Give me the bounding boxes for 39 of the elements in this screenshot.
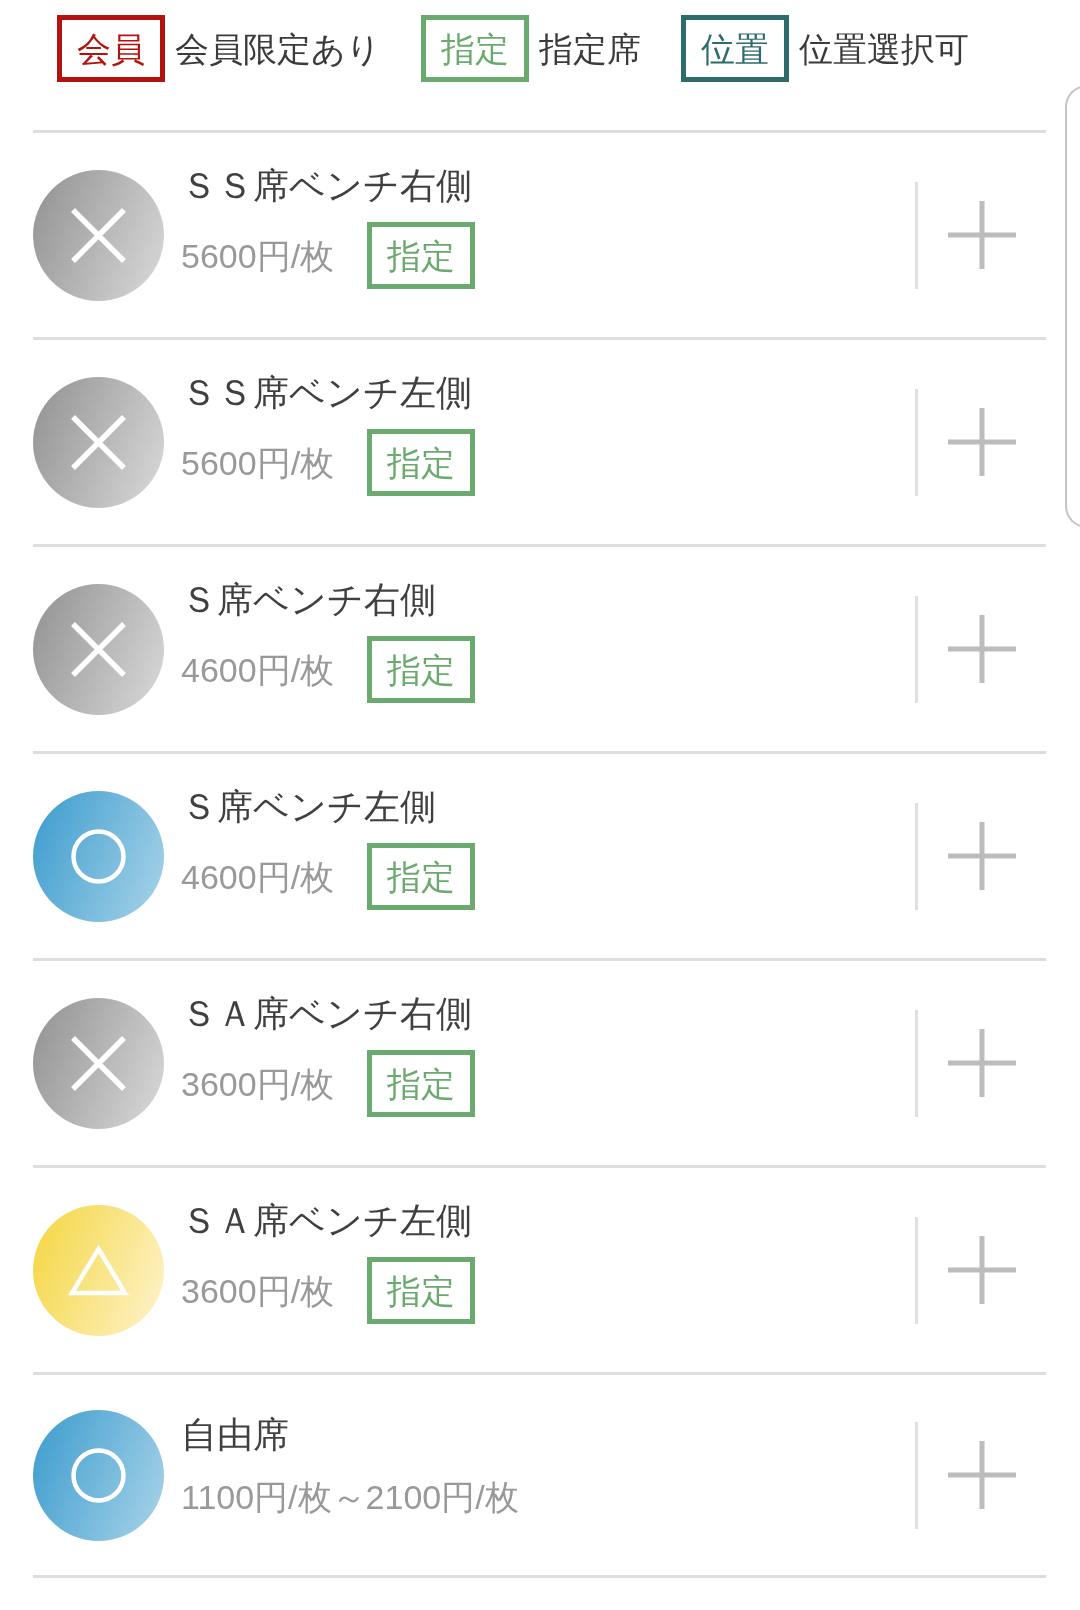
seat-name: Ｓ席ベンチ左側 <box>181 785 437 829</box>
seat-tag: 指定 <box>367 843 476 910</box>
seat-price: 5600円/枚 <box>181 235 335 277</box>
seat-price: 4600円/枚 <box>181 856 335 898</box>
seat-price: 3600円/枚 <box>181 1063 335 1105</box>
plus-icon <box>948 1029 1016 1097</box>
plus-icon <box>948 1441 1016 1509</box>
seat-tag: 指定 <box>367 222 476 289</box>
plus-icon <box>948 615 1016 683</box>
seat-name: ＳＳ席ベンチ右側 <box>181 164 473 208</box>
seat-tag: 指定 <box>367 636 476 703</box>
plus-icon <box>948 822 1016 890</box>
seat-name: Ｓ席ベンチ右側 <box>181 578 437 622</box>
seat-tag: 指定 <box>367 429 476 496</box>
seat-price: 1100円/枚～2100円/枚 <box>181 1477 519 1518</box>
seat-tag: 指定 <box>367 1257 476 1324</box>
seat-price: 4600円/枚 <box>181 649 335 691</box>
seat-name: ＳＳ席ベンチ左側 <box>181 371 473 415</box>
ring-icon <box>33 1409 164 1541</box>
plus-icon <box>948 201 1016 269</box>
ring-icon <box>33 790 164 922</box>
legend-tag: 会員 <box>57 15 165 82</box>
seat-name: 自由席 <box>181 1413 290 1457</box>
cross-icon <box>33 997 164 1129</box>
cross-icon <box>33 169 164 301</box>
legend-tag: 位置 <box>681 15 789 82</box>
plus-icon <box>948 1236 1016 1304</box>
legend-label: 位置選択可 <box>799 28 969 70</box>
seat-name: ＳＡ席ベンチ左側 <box>181 1199 473 1243</box>
seat-tag: 指定 <box>367 1050 476 1117</box>
seat-name: ＳＡ席ベンチ右側 <box>181 992 473 1036</box>
cross-icon <box>33 376 164 508</box>
legend-tag: 指定 <box>421 15 529 82</box>
legend-label: 会員限定あり <box>175 28 381 70</box>
plus-icon <box>948 408 1016 476</box>
cross-icon <box>33 583 164 715</box>
seat-price: 3600円/枚 <box>181 1270 335 1312</box>
legend-label: 指定席 <box>539 28 641 70</box>
seat-price: 5600円/枚 <box>181 442 335 484</box>
